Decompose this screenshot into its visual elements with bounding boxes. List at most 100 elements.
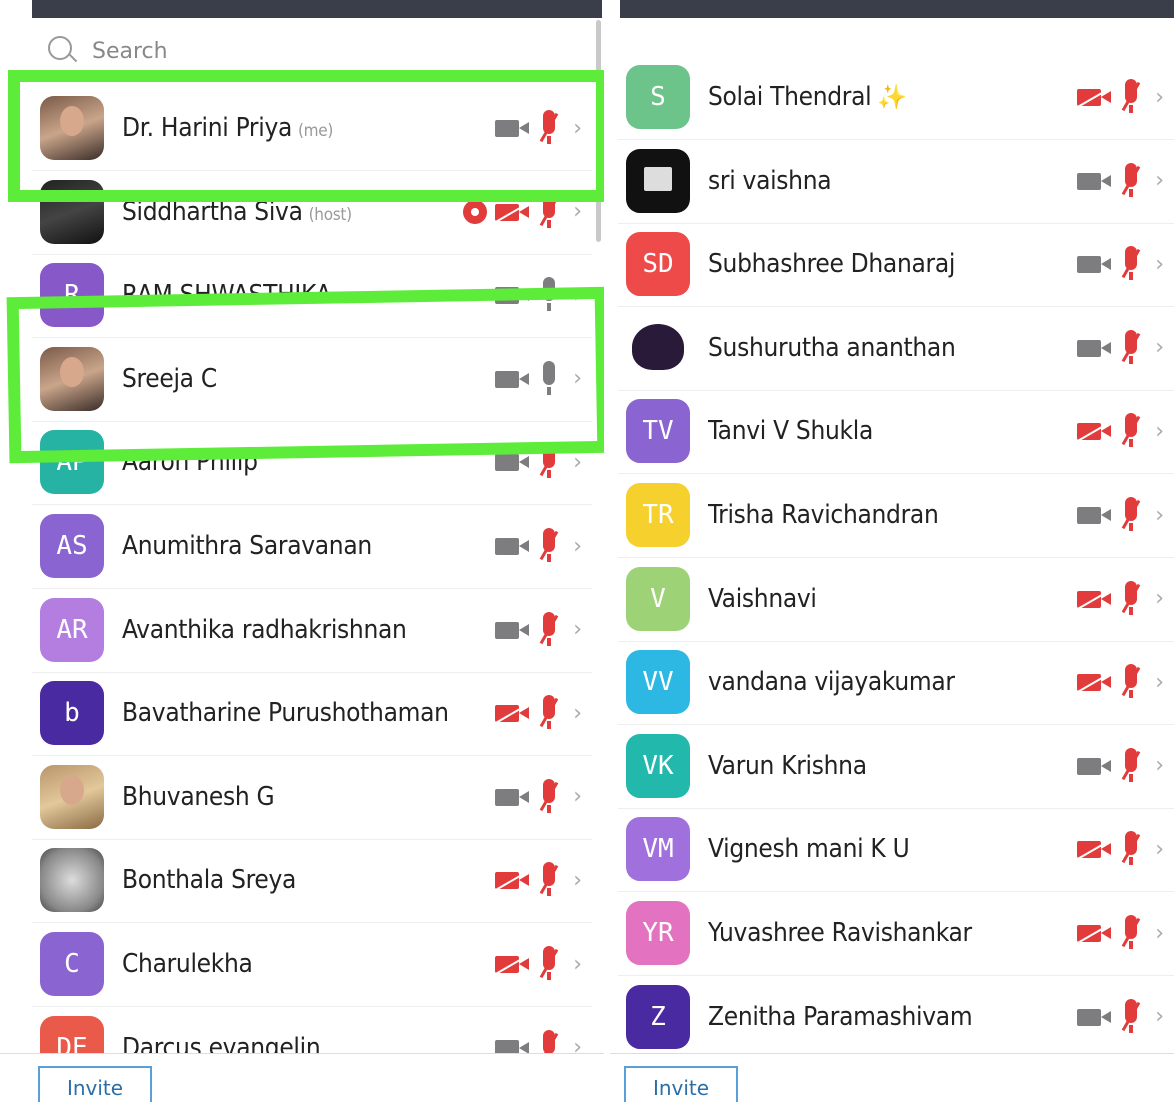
avatar-initials: AS (56, 531, 88, 561)
status-icons: › (495, 862, 582, 898)
chevron-right-icon[interactable]: › (573, 868, 582, 893)
avatar (40, 764, 104, 829)
highlight-box (8, 70, 608, 202)
slash (1121, 499, 1141, 530)
participant-name: Vaishnavi (708, 584, 1077, 614)
participant-row[interactable]: AS Anumithra Saravanan › (32, 504, 592, 589)
mic-muted-icon (1119, 580, 1143, 617)
slash (495, 953, 532, 975)
participants-panel-right: S Solai Thendral ✨ › sri vaishna › SD Subhashre… (610, 0, 1174, 1102)
participant-name: Avanthika radhakrishnan (122, 615, 495, 645)
participant-row[interactable]: AR Avanthika radhakrishnan › (32, 588, 592, 673)
participant-row[interactable]: Sushurutha ananthan › (618, 306, 1174, 391)
avatar: SD (626, 232, 690, 297)
participant-row[interactable]: TR Trisha Ravichandran › (618, 473, 1174, 558)
avatar-initials: S (650, 82, 666, 112)
participant-row[interactable]: VM Vignesh mani K U › (618, 807, 1174, 893)
mic-muted-icon (1119, 329, 1143, 366)
mic-muted-icon (1119, 831, 1143, 867)
participant-row[interactable]: Z Zenitha Paramashivam › (618, 975, 1174, 1060)
participant-row[interactable]: VV vandana vijayakumar › (618, 640, 1174, 726)
chevron-right-icon[interactable]: › (573, 952, 582, 977)
chevron-right-icon[interactable]: › (573, 534, 582, 559)
chevron-right-icon[interactable]: › (573, 784, 582, 809)
participant-name-text: Bonthala Sreya (122, 865, 297, 896)
invite-button[interactable]: Invite (624, 1066, 738, 1102)
video-off-icon (1077, 922, 1114, 944)
slash (1077, 922, 1114, 944)
participant-row[interactable]: V Vaishnavi › (618, 557, 1174, 642)
participant-name: Bavatharine Purushothaman (122, 698, 495, 728)
chevron-right-icon[interactable]: › (1155, 837, 1164, 862)
mic-muted-icon (1119, 162, 1143, 199)
chevron-right-icon[interactable]: › (573, 199, 582, 224)
participant-name: Sushurutha ananthan (708, 333, 1077, 363)
slash (1121, 750, 1141, 780)
mic-muted-icon (537, 611, 561, 648)
participant-name: Yuvashree Ravishankar (708, 918, 1077, 948)
slash (539, 865, 559, 895)
participant-row[interactable]: Bhuvanesh G › (32, 755, 592, 840)
status-icons: › (1077, 497, 1164, 533)
participant-name: Bonthala Sreya (122, 865, 495, 895)
avatar-initials: VV (642, 667, 674, 698)
participant-name: Varun Krishna (708, 751, 1077, 781)
status-icons: › (1077, 998, 1164, 1035)
avatar-initials: VM (642, 834, 674, 865)
chevron-right-icon[interactable]: › (1155, 168, 1164, 193)
mic-muted-icon (1119, 413, 1143, 449)
participant-row[interactable]: S Solai Thendral ✨ › (618, 55, 1174, 140)
participant-row[interactable]: VK Varun Krishna › (618, 724, 1174, 809)
chevron-right-icon[interactable]: › (573, 617, 582, 642)
invite-button[interactable]: Invite (38, 1066, 152, 1102)
participant-row[interactable]: SD Subhashree Dhanaraj › (618, 222, 1174, 308)
avatar-initials: C (64, 949, 80, 979)
avatar-initials: YR (642, 918, 674, 948)
status-icons: › (1077, 413, 1164, 449)
participant-role-tag: (host) (308, 204, 352, 225)
status-icons: › (1077, 747, 1164, 784)
video-icon (1077, 756, 1113, 776)
slash (1121, 165, 1141, 195)
status-icons: › (495, 528, 582, 564)
video-off-icon (1077, 838, 1114, 861)
participant-row[interactable]: sri vaishna › (618, 139, 1174, 224)
participant-name: Anumithra Saravanan (122, 531, 495, 561)
chevron-right-icon[interactable]: › (1155, 921, 1164, 946)
status-icons: › (495, 611, 582, 648)
status-icons: › (1077, 831, 1164, 867)
mic-muted-icon (1119, 246, 1143, 282)
mic-muted-icon (537, 778, 561, 815)
slash (539, 948, 559, 979)
avatar-initials: b (64, 698, 80, 729)
video-off-icon (1077, 587, 1114, 610)
participant-row[interactable]: b Bavatharine Purushothaman › (32, 671, 592, 757)
search-input[interactable]: Search (92, 39, 168, 64)
slash (1077, 838, 1114, 861)
slash (1077, 587, 1114, 610)
chevron-right-icon[interactable]: › (573, 450, 582, 475)
recording-icon (463, 199, 488, 224)
chevron-right-icon[interactable]: › (1155, 503, 1164, 528)
participant-row[interactable]: TV Tanvi V Shukla › (618, 389, 1174, 475)
participant-row[interactable]: Bonthala Sreya › (32, 838, 592, 924)
participant-row[interactable]: C Charulekha › (32, 922, 592, 1007)
participants-panel-left: Search Dr. Harini Priya (me) › Siddhartha S… (0, 0, 608, 1102)
avatar-initials: Z (650, 1001, 666, 1032)
chevron-right-icon[interactable]: › (1155, 419, 1164, 444)
avatar: Z (626, 984, 690, 1049)
chevron-right-icon[interactable]: › (1155, 1004, 1164, 1029)
participant-name-text: Charulekha (122, 949, 253, 979)
chevron-right-icon[interactable]: › (1155, 85, 1164, 110)
chevron-right-icon[interactable]: › (1155, 335, 1164, 360)
chevron-right-icon[interactable]: › (1155, 753, 1164, 778)
participant-name-text: Yuvashree Ravishankar (708, 918, 972, 948)
chevron-right-icon[interactable]: › (1155, 252, 1164, 277)
slash (1121, 834, 1141, 864)
chevron-right-icon[interactable]: › (573, 701, 582, 726)
chevron-right-icon[interactable]: › (1155, 670, 1164, 695)
participant-name: Bhuvanesh G (122, 782, 495, 812)
mic-muted-icon (537, 862, 561, 898)
chevron-right-icon[interactable]: › (1155, 586, 1164, 611)
participant-row[interactable]: YR Yuvashree Ravishankar › (618, 891, 1174, 976)
